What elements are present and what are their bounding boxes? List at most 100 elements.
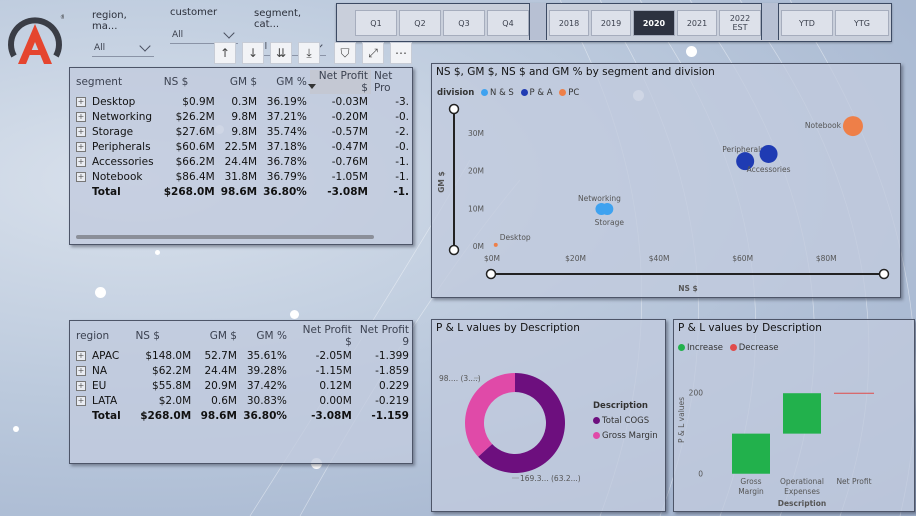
slider-handle[interactable] [448,244,460,256]
expand-plus-icon[interactable]: + [76,380,86,391]
quarter-button-q4[interactable]: Q4 [487,10,529,36]
segment-matrix[interactable]: segment NS $ GM $ GM % Net Profit $ Net … [69,67,413,245]
quarter-button-q2[interactable]: Q2 [399,10,441,36]
quarter-button-q1[interactable]: Q1 [355,10,397,36]
cell-np: -3.08M [327,185,368,198]
column-header-sorted[interactable]: Net Profit $ [309,70,371,94]
row-label: Notebook [92,170,143,183]
expand-plus-icon[interactable]: + [76,141,86,152]
table-row[interactable]: + Peripherals $60.6M 22.5M 37.18% -0.47M -0. [73,139,412,154]
expand-plus-icon[interactable]: + [76,156,86,167]
cell-ns: $268.0M [140,409,192,422]
cell-gmp: 36.80% [263,185,307,198]
year-button-2021[interactable]: 2021 [677,10,717,36]
slicer-customer[interactable]: customer All [170,7,238,44]
column-header[interactable]: GM % [260,70,310,94]
slider-handle[interactable] [448,103,460,115]
more-options-icon[interactable]: ⋯ [390,42,412,64]
waterfall-chart-visual[interactable]: P & L values by Description Increase Dec… [673,319,915,512]
button-label: YTG [854,18,870,28]
cell-ns: $55.8M [152,379,192,392]
waterfall-bar[interactable] [783,393,821,434]
scatter-point[interactable] [493,242,498,247]
cell-np: -1.05M [331,170,368,183]
cell-label: + NA [73,363,132,378]
scatter-point[interactable] [601,203,614,216]
table-row[interactable]: + APAC $148.0M 52.7M 35.61% -2.05M -1.399 [73,348,412,363]
slicer-region[interactable]: region, ma... All [92,10,154,57]
year-button-2018[interactable]: 2018 [549,10,589,36]
arrow-down-icon[interactable]: ↓ [242,42,264,64]
cell-ns: $86.4M [175,170,215,183]
year-button-2020[interactable]: 2020 [633,10,675,36]
row-label: EU [92,379,107,392]
scatter-chart-visual[interactable]: NS $, GM $, NS $ and GM % by segment and… [431,63,901,298]
table-row[interactable]: + Accessories $66.2M 24.4M 36.78% -0.76M -1. [73,154,412,169]
table-total-row[interactable]: Total $268.0M 98.6M 36.80% -3.08M -1.159 [73,408,412,423]
point-label: Peripherals [722,145,764,154]
column-header[interactable]: Net Profit $ [290,324,355,348]
column-header[interactable]: Net Profit 9 [355,324,412,348]
quarter-button-q3[interactable]: Q3 [443,10,485,36]
column-header[interactable]: NS $ [161,70,218,94]
year-button-2022-est[interactable]: 2022 EST [719,10,761,36]
expand-plus-icon[interactable]: + [76,111,86,122]
year-button-2019[interactable]: 2019 [591,10,631,36]
expand-plus-icon[interactable]: + [76,126,86,137]
cell-ns: $27.6M [175,125,215,138]
slicer-dropdown[interactable]: All [92,40,154,57]
cell-np: -0.03M [331,95,368,108]
column-header[interactable]: GM % [240,324,290,348]
slider-handle[interactable] [878,268,890,280]
slider-handle[interactable] [485,268,497,280]
table-row[interactable]: + Desktop $0.9M 0.3M 36.19% -0.03M -3. [73,94,412,109]
donut-chart-visual[interactable]: P & L values by Description 169.3... (63… [431,319,666,512]
horizontal-scrollbar[interactable] [76,235,374,239]
table-row[interactable]: + Notebook $86.4M 31.8M 36.79% -1.05M -1. [73,169,412,184]
expand-hierarchy-icon[interactable]: ⤓ [298,42,320,64]
column-header[interactable]: Net Pro [371,70,412,94]
table-total-row[interactable]: Total $268.0M 98.6M 36.80% -3.08M -1. [73,184,412,199]
column-header[interactable]: region [73,324,132,348]
table-row[interactable]: + NA $62.2M 24.4M 39.28% -1.15M -1.859 [73,363,412,378]
table-row[interactable]: + Networking $26.2M 9.8M 37.21% -0.20M -0. [73,109,412,124]
button-label: 2018 [558,18,580,28]
scatter-point[interactable] [759,144,778,163]
table-row[interactable]: + EU $55.8M 20.9M 37.42% 0.12M 0.229 [73,378,412,393]
donut-slice[interactable] [465,373,515,457]
scatter-point[interactable] [842,116,863,137]
double-arrow-down-icon[interactable]: ⇊ [270,42,292,64]
chart-legend: Description Total COGS Gross Margin [593,399,658,444]
ytg-button[interactable]: YTG [835,10,889,36]
chevron-down-icon [139,40,151,52]
region-matrix[interactable]: region NS $ GM $ GM % Net Profit $ Net P… [69,320,413,464]
column-header[interactable]: segment [73,70,161,94]
expand-plus-icon[interactable]: + [76,395,86,406]
cell-gm: 24.4M [204,364,237,377]
expand-plus-icon[interactable]: + [76,350,86,361]
filter-icon[interactable]: ⛉ [334,42,356,64]
column-header[interactable]: GM $ [194,324,240,348]
focus-mode-icon[interactable]: ⤢ [362,42,384,64]
slicer-title: customer [170,7,218,18]
cell-gm: 98.6M [200,409,237,422]
expand-plus-icon[interactable]: + [76,96,86,107]
y-axis-label: GM $ [437,171,446,192]
expand-plus-icon[interactable]: + [76,365,86,376]
waterfall-bar[interactable] [732,433,770,474]
arrow-up-icon[interactable]: ↑ [214,42,236,64]
decor-dot [13,426,19,432]
y-tick-label: 0 [698,470,703,479]
cell-label: + APAC [73,348,132,363]
column-header[interactable]: NS $ [132,324,194,348]
cell-npp: -0.219 [375,394,409,407]
expand-plus-icon[interactable]: + [76,171,86,182]
ytd-button[interactable]: YTD [781,10,833,36]
cell-ns: $148.0M [145,349,192,362]
point-label: Notebook [805,121,842,130]
icon-glyph: ⤢ [368,45,378,60]
x-tick-label: Net Profit [836,477,871,486]
table-row[interactable]: + LATA $2.0M 0.6M 30.83% 0.00M -0.219 [73,393,412,408]
table-row[interactable]: + Storage $27.6M 9.8M 35.74% -0.57M -2. [73,124,412,139]
column-header[interactable]: GM $ [218,70,260,94]
